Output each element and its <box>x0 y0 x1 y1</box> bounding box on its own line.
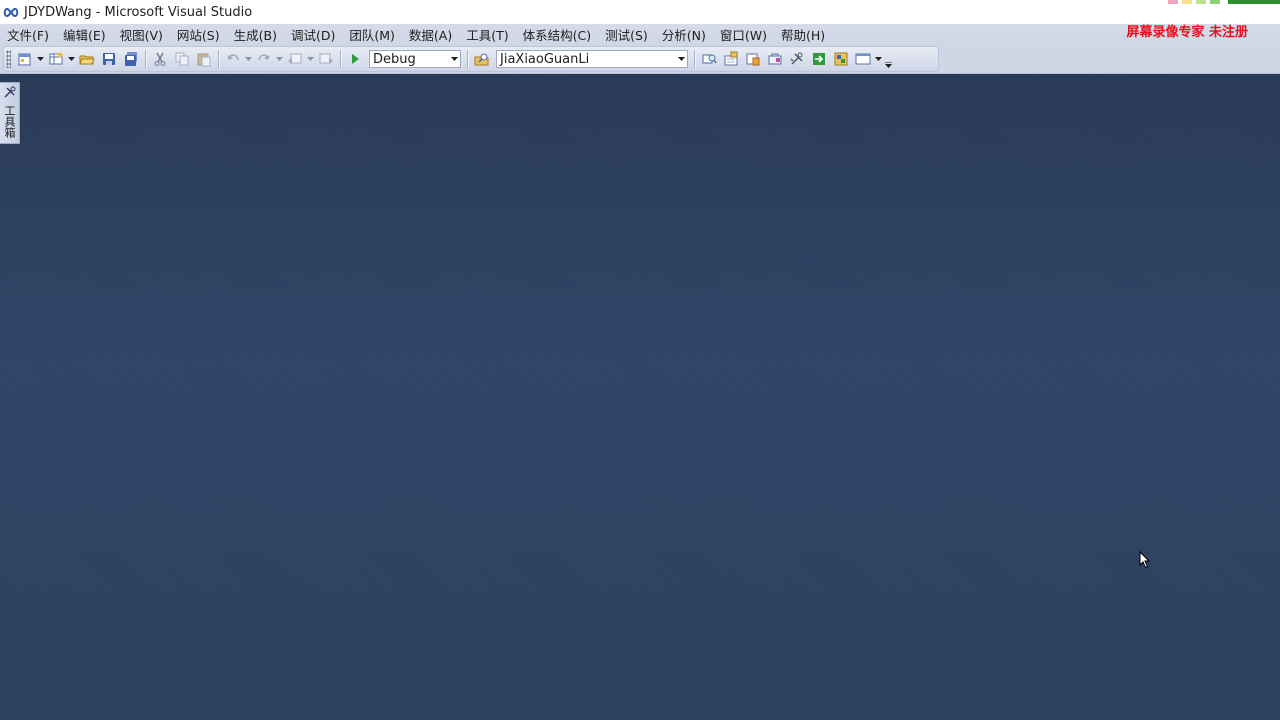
properties-window-icon[interactable] <box>720 48 742 70</box>
menu-view[interactable]: 视图(V) <box>113 25 170 44</box>
command-window-icon[interactable] <box>852 48 874 70</box>
chevron-down-icon[interactable] <box>448 57 460 61</box>
solution-explorer-icon[interactable] <box>698 48 720 70</box>
toolbox-label: 工具箱 <box>3 105 16 138</box>
add-item-dropdown-icon[interactable] <box>67 48 76 70</box>
new-project-dropdown-icon[interactable] <box>36 48 45 70</box>
menu-team[interactable]: 团队(M) <box>342 25 402 44</box>
toolbar-separator <box>218 50 219 68</box>
menu-edit[interactable]: 编辑(E) <box>56 25 113 44</box>
paste-icon[interactable] <box>193 48 215 70</box>
team-explorer-icon[interactable] <box>830 48 852 70</box>
navigate-forward-icon[interactable] <box>315 48 337 70</box>
menu-debug[interactable]: 调试(D) <box>284 25 342 44</box>
menu-build[interactable]: 生成(B) <box>227 25 284 44</box>
new-project-icon[interactable] <box>14 48 36 70</box>
menu-data[interactable]: 数据(A) <box>402 25 459 44</box>
menu-architecture[interactable]: 体系结构(C) <box>516 25 598 44</box>
object-browser-icon[interactable] <box>742 48 764 70</box>
extension-manager-icon[interactable] <box>786 48 808 70</box>
visual-studio-icon <box>3 6 21 18</box>
undo-dropdown-icon[interactable] <box>244 48 253 70</box>
menu-test[interactable]: 测试(S) <box>598 25 655 44</box>
start-debugging-icon[interactable] <box>344 48 366 70</box>
toolbar-overflow-icon[interactable] <box>883 48 893 70</box>
window-title: JDYDWang - Microsoft Visual Studio <box>24 4 253 20</box>
save-icon[interactable] <box>98 48 120 70</box>
menu-help[interactable]: 帮助(H) <box>774 25 832 44</box>
menu-tools[interactable]: 工具(T) <box>459 25 515 44</box>
open-file-icon[interactable] <box>76 48 98 70</box>
toolbar-separator <box>340 50 341 68</box>
menu-analyze[interactable]: 分析(N) <box>655 25 713 44</box>
solution-configuration-value: Debug <box>373 51 416 67</box>
window-corner-decoration <box>1164 0 1280 4</box>
find-combo-value: JiaXiaoGuanLi <box>500 51 590 67</box>
standard-toolbar-area: Debug JiaXiaoGuanLi <box>0 45 1280 74</box>
find-in-files-icon[interactable] <box>471 48 493 70</box>
title-bar: JDYDWang - Microsoft Visual Studio <box>0 0 1280 24</box>
toolbox-icon <box>3 86 16 103</box>
menu-bar: 文件(F) 编辑(E) 视图(V) 网站(S) 生成(B) 调试(D) 团队(M… <box>0 24 1280 45</box>
standard-toolbar: Debug JiaXiaoGuanLi <box>3 46 939 72</box>
menu-window[interactable]: 窗口(W) <box>713 25 774 44</box>
command-window-dropdown-icon[interactable] <box>874 48 883 70</box>
chevron-down-icon[interactable] <box>675 57 687 61</box>
undo-icon[interactable] <box>222 48 244 70</box>
navigate-backward-dropdown-icon[interactable] <box>306 48 315 70</box>
redo-dropdown-icon[interactable] <box>275 48 284 70</box>
copy-icon[interactable] <box>171 48 193 70</box>
solution-configuration-select[interactable]: Debug <box>369 50 461 68</box>
menu-file[interactable]: 文件(F) <box>0 25 56 44</box>
toolbar-separator <box>145 50 146 68</box>
menu-website[interactable]: 网站(S) <box>170 25 227 44</box>
toolbar-grip[interactable] <box>6 50 11 68</box>
recorder-watermark: 屏幕录像专家 未注册 <box>1126 25 1248 40</box>
navigate-backward-icon[interactable] <box>284 48 306 70</box>
find-combo-box[interactable]: JiaXiaoGuanLi <box>496 50 688 68</box>
toolbox-icon[interactable] <box>764 48 786 70</box>
mouse-cursor-icon <box>1139 550 1151 573</box>
cut-icon[interactable] <box>149 48 171 70</box>
toolbox-tab[interactable]: 工具箱 <box>0 82 20 144</box>
start-page-icon[interactable] <box>808 48 830 70</box>
add-item-icon[interactable] <box>45 48 67 70</box>
main-workspace <box>0 74 1280 720</box>
redo-icon[interactable] <box>253 48 275 70</box>
toolbar-separator <box>694 50 695 68</box>
save-all-icon[interactable] <box>120 48 142 70</box>
toolbar-separator <box>467 50 468 68</box>
